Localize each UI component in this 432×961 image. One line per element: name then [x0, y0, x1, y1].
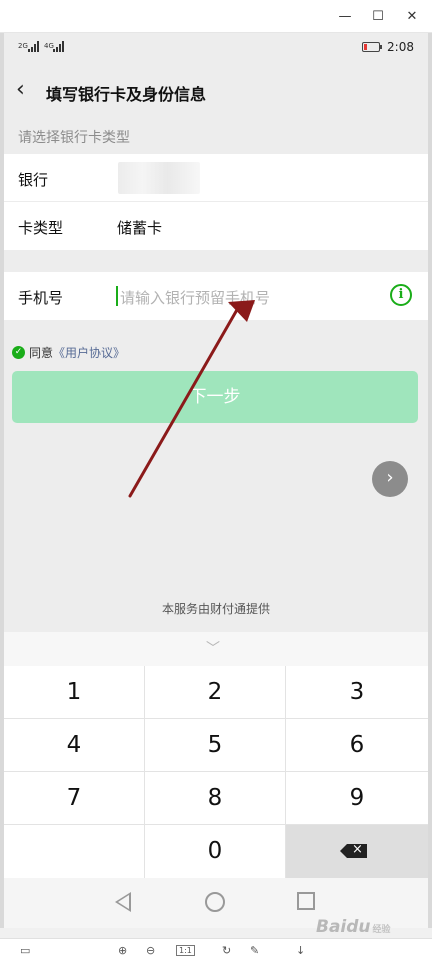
- key-5[interactable]: 5: [145, 719, 286, 772]
- bank-row[interactable]: 银行: [4, 154, 428, 202]
- signal-type-1: 2G: [18, 42, 28, 50]
- agreement[interactable]: ✓ 同意 《用户协议》: [12, 343, 125, 361]
- key-9[interactable]: 9: [286, 772, 428, 825]
- agreement-prefix: 同意: [29, 345, 54, 360]
- key-0[interactable]: 0: [145, 825, 286, 878]
- right-frame: [428, 33, 432, 928]
- pencil-icon[interactable]: ✎: [250, 944, 259, 957]
- phone-form: 手机号 请输入银行预留手机号 i: [4, 272, 428, 320]
- signal-bars-icon: [53, 41, 64, 52]
- key-6[interactable]: 6: [286, 719, 428, 772]
- signal-bars-icon: [28, 41, 39, 52]
- chevron-left-icon[interactable]: ‹: [16, 79, 25, 101]
- phone-input[interactable]: 请输入银行预留手机号: [120, 287, 270, 308]
- key-3[interactable]: 3: [286, 666, 428, 719]
- user-agreement-link[interactable]: 《用户协议》: [53, 344, 125, 361]
- watermark-sub: 经验: [372, 925, 391, 935]
- page-title: 填写银行卡及身份信息: [46, 85, 207, 104]
- emulator-toolbar: ▭ ⊕ ⊖ 1:1 ↻ ✎ ↓: [0, 938, 432, 961]
- actual-size-icon[interactable]: 1:1: [176, 945, 195, 956]
- chevron-right-icon[interactable]: ›: [372, 461, 408, 497]
- phone-screen: 2G 4G 2:08 ‹ 填写银行卡及身份信息 请选择银行卡类型 银行 卡类型 …: [4, 33, 428, 928]
- phone-label: 手机号: [18, 289, 64, 307]
- close-icon[interactable]: ✕: [403, 8, 421, 26]
- bank-card-form: 银行 卡类型 储蓄卡: [4, 154, 428, 250]
- backspace-key[interactable]: [286, 825, 428, 878]
- card-type-row[interactable]: 卡类型 储蓄卡: [4, 202, 428, 250]
- battery-icon: [362, 42, 382, 52]
- backspace-icon: [340, 839, 367, 861]
- window-title-bar: — ☐ ✕: [0, 0, 432, 33]
- provider-text: 本服务由财付通提供: [161, 602, 270, 616]
- rotate-icon[interactable]: ↻: [222, 944, 231, 957]
- nav-recent-icon[interactable]: [297, 892, 315, 910]
- zoom-out-icon[interactable]: ⊖: [146, 944, 155, 957]
- numeric-keypad: 1 2 3 4 5 6 7 8 9 0: [4, 666, 428, 878]
- checkmark-icon[interactable]: ✓: [12, 345, 25, 359]
- bank-name-blurred: [118, 162, 200, 194]
- bank-label: 银行: [18, 171, 49, 189]
- minimize-icon[interactable]: —: [336, 8, 354, 26]
- phone-row[interactable]: 手机号 请输入银行预留手机号 i: [4, 272, 428, 320]
- key-7[interactable]: 7: [4, 772, 145, 825]
- text-cursor: [116, 286, 118, 306]
- status-time: 2:08: [387, 40, 414, 54]
- card-type-label: 卡类型: [18, 219, 64, 237]
- key-4[interactable]: 4: [4, 719, 145, 772]
- keyboard-toggle[interactable]: ﹀: [4, 632, 428, 666]
- nav-home-icon[interactable]: [205, 892, 225, 912]
- key-1[interactable]: 1: [4, 666, 145, 719]
- monitor-icon[interactable]: ▭: [20, 944, 30, 957]
- info-icon[interactable]: i: [390, 284, 412, 306]
- nav-bar: ‹ 填写银行卡及身份信息: [4, 71, 428, 111]
- chevron-down-icon[interactable]: ﹀: [206, 638, 220, 658]
- next-button[interactable]: 下一步: [12, 371, 418, 423]
- watermark: Baidu 经验: [316, 917, 391, 937]
- card-type-value: 储蓄卡: [117, 219, 163, 237]
- download-icon[interactable]: ↓: [296, 944, 305, 957]
- nav-back-icon[interactable]: [115, 892, 131, 912]
- key-8[interactable]: 8: [145, 772, 286, 825]
- section-label: 请选择银行卡类型: [18, 130, 130, 146]
- status-bar: 2G 4G 2:08: [4, 33, 428, 61]
- key-2[interactable]: 2: [145, 666, 286, 719]
- maximize-icon[interactable]: ☐: [369, 8, 387, 26]
- zoom-in-icon[interactable]: ⊕: [118, 944, 127, 957]
- key-empty: [4, 825, 145, 878]
- watermark-text: Baidu: [316, 917, 371, 937]
